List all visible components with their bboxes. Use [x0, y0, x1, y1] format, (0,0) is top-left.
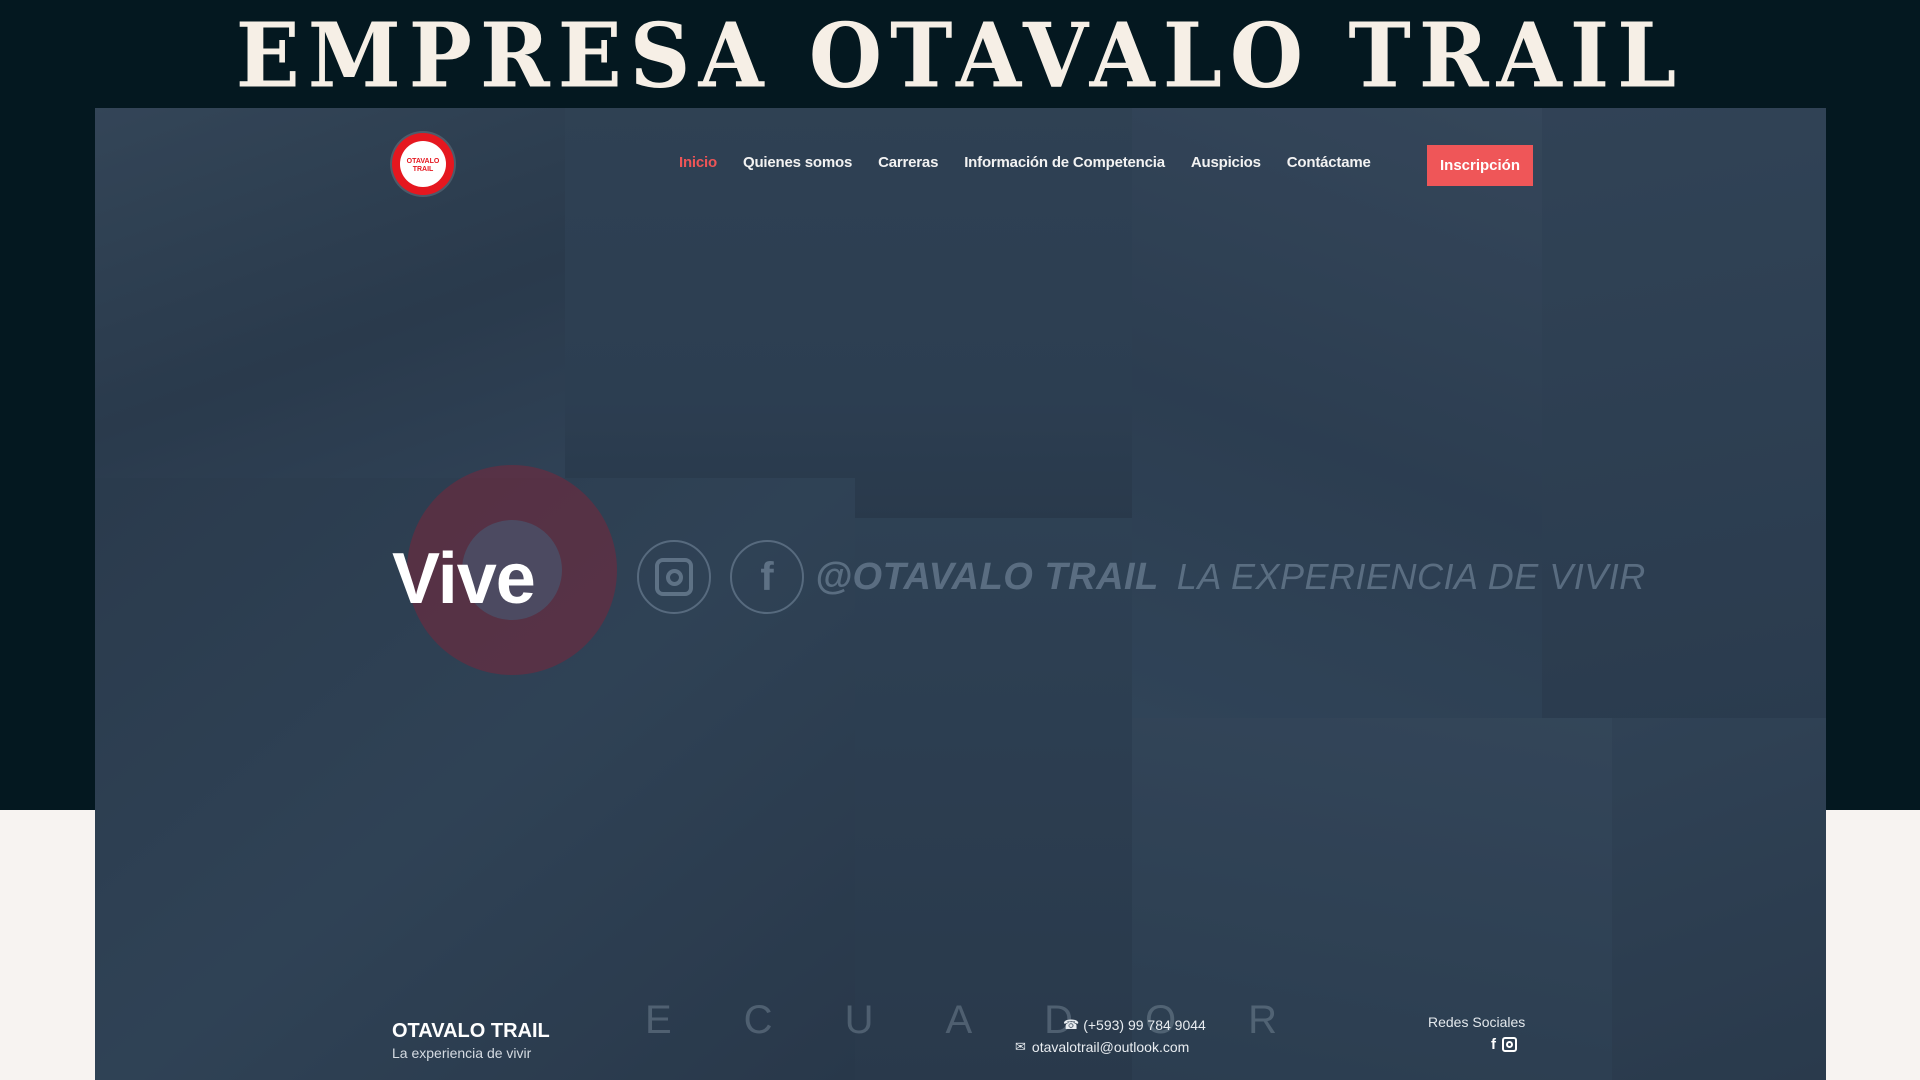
nav-item-informacion-competencia[interactable]: Información de Competencia [964, 154, 1165, 171]
ecuador-watermark: ECUADOR [645, 998, 1350, 1042]
mail-icon: ✉ [1015, 1039, 1026, 1054]
instagram-glyph [655, 558, 693, 596]
site-logo[interactable]: OTAVALO TRAIL [392, 133, 454, 195]
facebook-icon: f [730, 540, 804, 614]
hero-tagline-text: LA EXPERIENCIA DE VIVIR [1176, 556, 1646, 597]
footer-brand: OTAVALO TRAIL [392, 1020, 550, 1042]
facebook-icon[interactable]: f [1491, 1036, 1496, 1053]
hero-tagline: @OTAVALO TRAIL LA EXPERIENCIA DE VIVIR [815, 556, 1646, 599]
hero-tagline-handle: @OTAVALO TRAIL [815, 556, 1159, 598]
nav-item-contactame[interactable]: Contáctame [1287, 154, 1371, 171]
banner-title: EMPRESA OTAVALO TRAIL [235, 3, 1685, 108]
website-screenshot: OTAVALO TRAIL Inicio Quienes somos Carre… [95, 108, 1826, 1080]
hero-title: Vive [392, 539, 536, 619]
footer-social-links: f [1491, 1036, 1517, 1053]
inscripcion-button[interactable]: Inscripción [1427, 145, 1533, 186]
phone-number: (+593) 99 784 9044 [1083, 1017, 1206, 1033]
social-heading: Redes Sociales [1428, 1014, 1526, 1030]
footer-slogan: La experiencia de vivir [392, 1045, 532, 1061]
phone-icon: ☎ [1063, 1017, 1080, 1032]
nav-item-quienes-somos[interactable]: Quienes somos [743, 154, 852, 171]
logo-emblem: OTAVALO TRAIL [400, 141, 446, 187]
nav-item-inicio[interactable]: Inicio [679, 154, 717, 171]
main-nav: Inicio Quienes somos Carreras Informació… [679, 154, 1397, 171]
logo-text: OTAVALO TRAIL [406, 158, 440, 173]
instagram-icon[interactable] [1502, 1037, 1517, 1052]
nav-item-carreras[interactable]: Carreras [878, 154, 938, 171]
contact-phone[interactable]: ☎ (+593) 99 784 9044 [1063, 1017, 1206, 1033]
nav-item-auspicios[interactable]: Auspicios [1191, 154, 1261, 171]
email-address: otavalotrail@outlook.com [1031, 1039, 1190, 1055]
contact-email[interactable]: ✉ otavalotrail@outlook.com [1015, 1039, 1189, 1055]
instagram-icon [637, 540, 711, 614]
